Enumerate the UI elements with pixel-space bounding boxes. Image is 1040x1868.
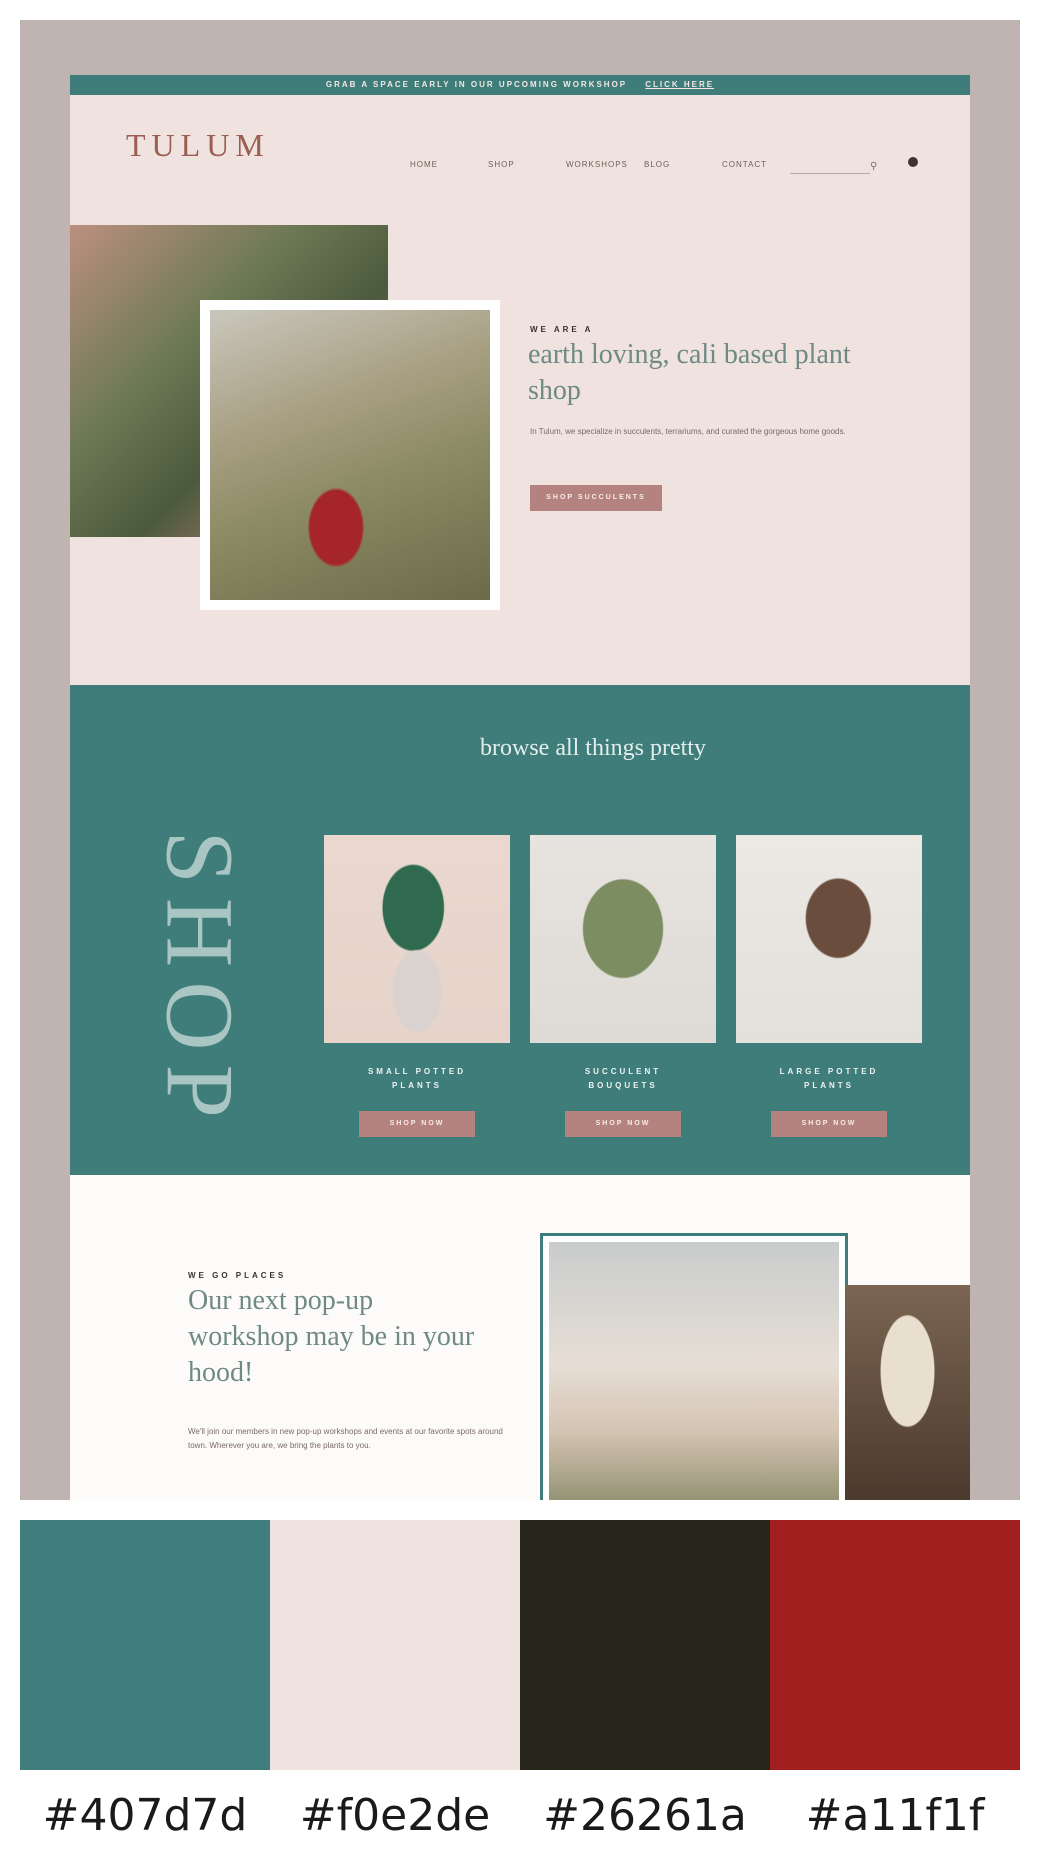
announcement-link[interactable]: CLICK HERE — [645, 80, 714, 89]
workshop-image-frame — [540, 1233, 848, 1500]
shop-now-button[interactable]: SHOP NOW — [359, 1111, 475, 1137]
palette-swatch — [20, 1520, 270, 1770]
palette-swatch — [270, 1520, 520, 1770]
palette-swatch — [520, 1520, 770, 1770]
nav-item-workshops[interactable]: WORKSHOPS — [566, 160, 644, 169]
product-card: SUCCULENT BOUQUETS SHOP NOW — [530, 835, 716, 1137]
palette-hex-label: #26261a — [543, 1790, 747, 1841]
product-image-cactus[interactable] — [324, 835, 510, 1043]
hero-body: In Tulum, we specialize in succulents, t… — [530, 427, 846, 436]
product-label: SUCCULENT BOUQUETS — [584, 1067, 662, 1090]
product-card: LARGE POTTED PLANTS SHOP NOW — [736, 835, 922, 1137]
shop-now-button[interactable]: SHOP NOW — [771, 1111, 887, 1137]
product-image-bouquet[interactable] — [530, 835, 716, 1043]
hero-eyebrow: WE ARE A — [530, 325, 594, 334]
nav-item-shop[interactable]: SHOP — [488, 160, 566, 169]
product-card: SMALL POTTED PLANTS SHOP NOW — [324, 835, 510, 1137]
main-nav: HOME SHOP WORKSHOPS BLOG CONTACT — [410, 160, 800, 169]
search-input[interactable] — [790, 173, 870, 174]
hero-title: earth loving, cali based plant shop — [528, 339, 851, 406]
workshop-body: We'll join our members in new pop-up wor… — [188, 1427, 503, 1450]
nav-item-contact[interactable]: CONTACT — [722, 160, 800, 169]
workshop-image-building — [549, 1242, 839, 1500]
product-image-large-plant[interactable] — [736, 835, 922, 1043]
palette-swatch — [770, 1520, 1020, 1770]
shop-section: SHOP browse all things pretty SMALL POTT… — [70, 685, 970, 1175]
website-page: GRAB A SPACE EARLY IN OUR UPCOMING WORKS… — [70, 75, 970, 1500]
palette-hex-label: #a11f1f — [805, 1790, 985, 1841]
shop-now-button[interactable]: SHOP NOW — [565, 1111, 681, 1137]
site-logo[interactable]: TULUM — [126, 127, 270, 164]
workshop-section: WE GO PLACES Our next pop-up workshop ma… — [70, 1175, 970, 1500]
search-icon[interactable]: ⚲ — [870, 161, 877, 172]
hero-image-woman-plants — [210, 310, 490, 600]
shop-vertical-label: SHOP — [146, 830, 254, 1132]
cart-icon[interactable] — [908, 157, 918, 167]
shop-succulents-button[interactable]: SHOP SUCCULENTS — [530, 485, 662, 511]
palette-hex-label: #407d7d — [42, 1790, 248, 1841]
palette-hex-label: #f0e2de — [299, 1790, 491, 1841]
product-label: LARGE POTTED PLANTS — [779, 1067, 879, 1090]
product-label: SMALL POTTED PLANTS — [367, 1067, 467, 1090]
workshop-title: Our next pop-up workshop may be in your … — [188, 1285, 475, 1388]
website-preview-frame: GRAB A SPACE EARLY IN OUR UPCOMING WORKS… — [20, 20, 1020, 1500]
shop-heading: browse all things pretty — [480, 735, 706, 761]
workshop-image-cactus — [845, 1285, 970, 1500]
announcement-bar: GRAB A SPACE EARLY IN OUR UPCOMING WORKS… — [70, 75, 970, 95]
hero-image-frame — [200, 300, 500, 610]
nav-item-home[interactable]: HOME — [410, 160, 488, 169]
nav-item-blog[interactable]: BLOG — [644, 160, 722, 169]
workshop-eyebrow: WE GO PLACES — [188, 1271, 287, 1280]
announcement-text: GRAB A SPACE EARLY IN OUR UPCOMING WORKS… — [325, 80, 627, 89]
